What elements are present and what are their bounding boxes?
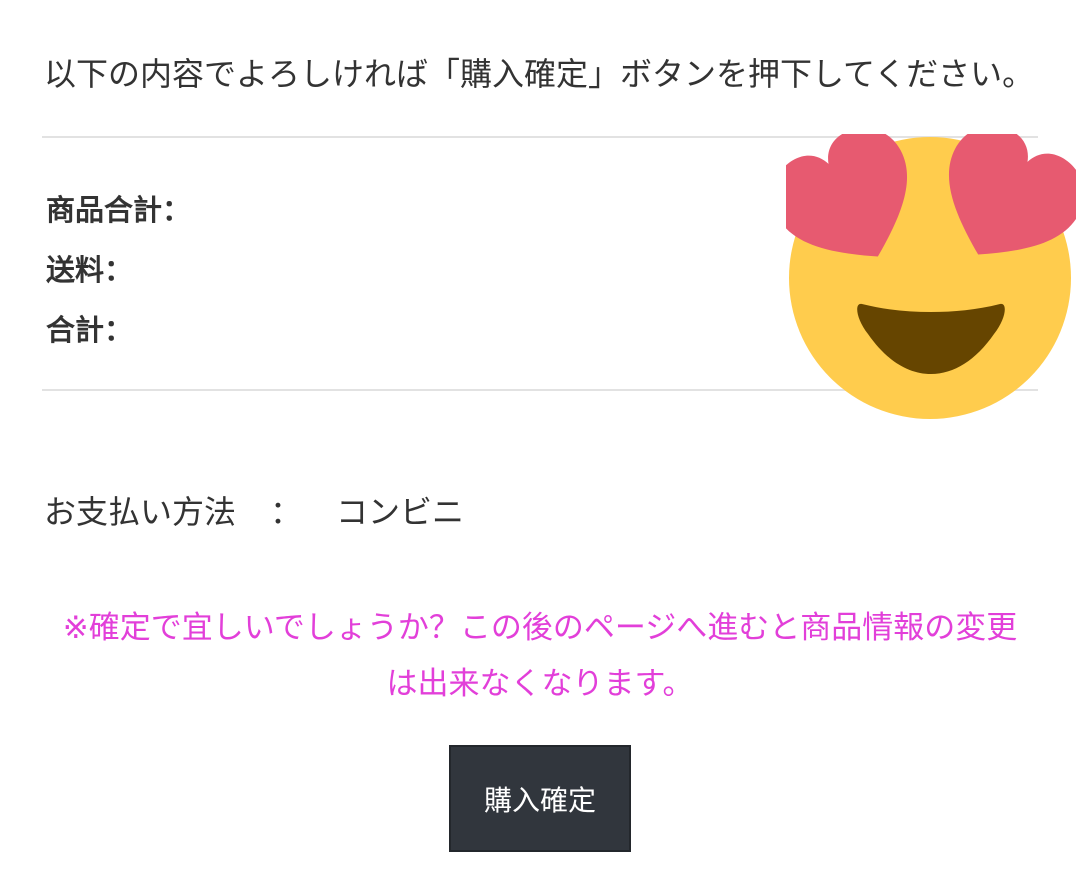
- confirmation-instruction: 以下の内容でよろしければ「購入確定」ボタンを押下してください。: [44, 55, 1035, 93]
- total-label: 合計：: [46, 313, 134, 347]
- payment-method: お支払い方法 ： コンビニ: [44, 486, 464, 538]
- notice-line-1: ※確定で宜しいでしょうか？この後のページへ進むと商品情報の変更: [62, 610, 1018, 646]
- heart-eyes-emoji-icon: [786, 134, 1076, 419]
- subtotal-row: 商品合計：: [46, 178, 746, 238]
- payment-method-separator: ：: [270, 493, 303, 531]
- order-summary: 商品合計： 送料： 合計：: [46, 178, 746, 358]
- notice-line-2: は出来なくなります。: [386, 666, 694, 702]
- payment-method-value: コンビニ: [336, 493, 465, 531]
- subtotal-label: 商品合計：: [46, 193, 192, 227]
- shipping-row: 送料：: [46, 238, 746, 298]
- confirmation-notice: ※確定で宜しいでしょうか？この後のページへ進むと商品情報の変更 は出来なくなりま…: [40, 600, 1040, 712]
- shipping-label: 送料：: [46, 253, 134, 287]
- payment-method-label: お支払い方法: [44, 493, 237, 531]
- total-row: 合計：: [46, 298, 746, 358]
- confirm-purchase-button[interactable]: 購入確定: [449, 745, 631, 852]
